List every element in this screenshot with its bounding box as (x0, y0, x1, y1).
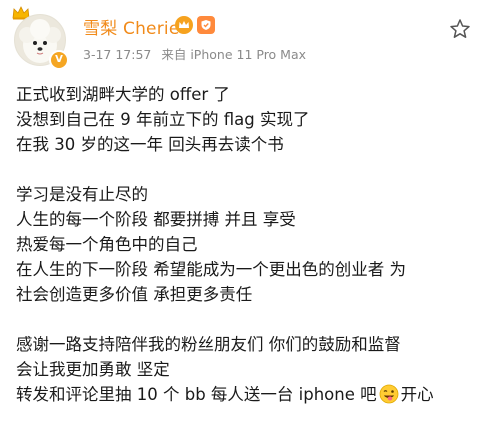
text-line: 社会创造更多价值 承担更多责任 (16, 285, 253, 304)
favorite-button[interactable] (449, 18, 471, 40)
post-source[interactable]: 来自 iPhone 11 Pro Max (161, 47, 306, 62)
verified-v-icon: V (49, 50, 69, 70)
post-body: 正式收到湖畔大学的 offer 了 没想到自己在 9 年前立下的 flag 实现… (16, 82, 478, 407)
text-line: 人生的每一个阶段 都要拼搏 并且 享受 (16, 210, 296, 229)
official-shield-icon[interactable] (197, 16, 215, 34)
text-line: 会让我更加勇敢 坚定 (16, 360, 170, 379)
text-line: 学习是没有止尽的 (16, 185, 148, 204)
post-meta: 3-17 17:57 来自 iPhone 11 Pro Max (83, 44, 312, 63)
happy-text: 开心 (400, 385, 434, 404)
text-line: 热爱每一个角色中的自己 (16, 235, 198, 254)
text-line: 在人生的下一阶段 希望能成为一个更出色的创业者 为 (16, 260, 406, 279)
paragraph: 感谢一路支持陪伴我的粉丝朋友们 你们的鼓励和监督 会让我更加勇敢 坚定 转发和评… (16, 332, 478, 407)
text-line: 正式收到湖畔大学的 offer 了 (16, 85, 230, 104)
giveaway-text: 转发和评论里抽 10 个 bb 每人送一台 iphone 吧 (16, 385, 377, 404)
weibo-post-card: V 雪梨 Cherie 3-17 17:57 来自 iPhone 11 Pro … (0, 0, 487, 422)
text-line: 在我 30 岁的这一年 回头再去读个书 (16, 135, 284, 154)
text-line: 感谢一路支持陪伴我的粉丝朋友们 你们的鼓励和监督 (16, 335, 401, 354)
user-badges (175, 15, 215, 35)
paragraph: 学习是没有止尽的 人生的每一个阶段 都要拼搏 并且 享受 热爱每一个角色中的自己… (16, 182, 478, 307)
star-outline-icon (450, 19, 470, 38)
vip-crown-icon[interactable] (175, 16, 193, 34)
text-line: 没想到自己在 9 年前立下的 flag 实现了 (16, 110, 310, 129)
winking-tongue-emoji (379, 384, 399, 404)
paragraph: 正式收到湖畔大学的 offer 了 没想到自己在 9 年前立下的 flag 实现… (16, 82, 478, 157)
user-name[interactable]: 雪梨 Cherie (83, 14, 179, 39)
text-line-last: 转发和评论里抽 10 个 bb 每人送一台 iphone 吧 开心 (16, 382, 478, 407)
post-date: 3-17 17:57 (83, 47, 152, 62)
avatar-container[interactable]: V (12, 6, 70, 70)
